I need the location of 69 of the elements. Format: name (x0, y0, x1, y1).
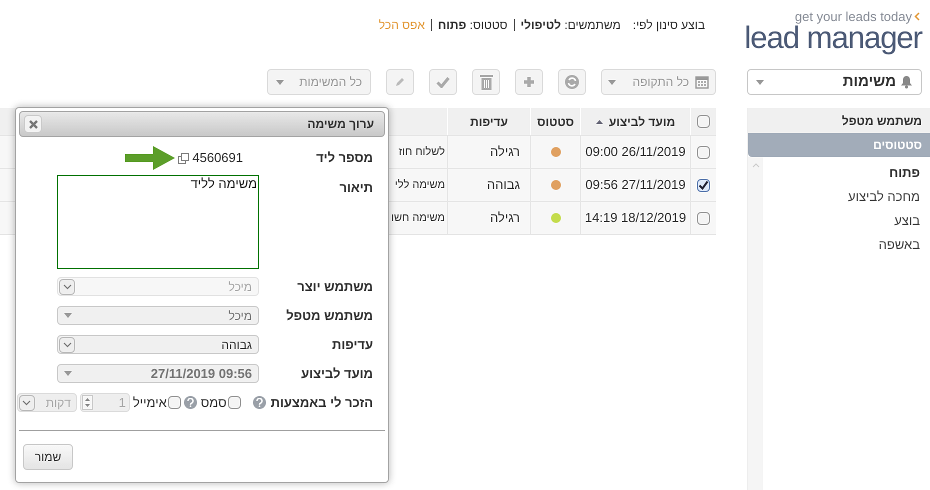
help-icon[interactable] (184, 396, 197, 409)
refresh-icon (564, 74, 580, 90)
close-button[interactable] (24, 115, 42, 133)
checkbox[interactable] (697, 212, 710, 224)
select-field[interactable]: 27/11/2019 09:56 (57, 364, 259, 383)
field-label: מועד לביצוע (300, 364, 373, 383)
scroll-up-icon[interactable] (752, 163, 760, 168)
table-cell: רגילה (447, 202, 530, 234)
help-icon[interactable] (252, 396, 266, 409)
sidebar-section: סטטוסים (748, 133, 930, 157)
table-cell: 14:19 18/12/2019 (580, 202, 690, 234)
select-field[interactable]: גבוהה (57, 335, 259, 354)
filter-label: בוצע סינון לפי: (632, 17, 705, 34)
checkbox-label: סמס (200, 394, 227, 412)
lead-number: 4560691 (192, 149, 243, 168)
caret-icon (64, 313, 72, 318)
sort-icon (596, 120, 603, 124)
checkbox[interactable] (697, 146, 710, 158)
table-cell-text: לשלוח חוז (398, 144, 445, 160)
plus-icon (523, 76, 535, 88)
sidebar-item[interactable]: פתוח (763, 161, 930, 185)
done-button[interactable] (429, 69, 457, 95)
checkbox-label: אימייל (132, 394, 167, 412)
edit-button[interactable] (386, 69, 414, 95)
caret-icon (64, 371, 72, 376)
field-label: עדיפות (331, 336, 373, 354)
dialog-title: ערוך משימה (307, 116, 374, 133)
sidebar-item[interactable]: באשפה (763, 233, 930, 257)
chevron-icon (914, 12, 920, 21)
check-icon (436, 76, 450, 88)
module-dropdown[interactable]: משימות (747, 69, 922, 95)
select-field[interactable]: מיכל (57, 306, 259, 325)
spinner-icon (82, 395, 93, 410)
table-cell-text: משימה ללי (394, 178, 445, 193)
delete-button[interactable] (472, 69, 500, 95)
caret-icon (276, 80, 284, 84)
checkbox[interactable] (697, 178, 710, 192)
caret-icon (608, 80, 616, 84)
logo-tagline: get your leads today (794, 10, 912, 23)
caret-icon (756, 80, 764, 84)
field-label: משתמש יוצר (296, 278, 373, 296)
sidebar-item[interactable]: מחכה לביצוע (763, 185, 930, 209)
field-label: הזכר לי באמצעות (270, 394, 373, 412)
checkbox[interactable] (168, 396, 181, 409)
chevron-icon (18, 394, 35, 410)
external-link-icon[interactable] (178, 152, 190, 164)
field-label: מספר ליד (315, 149, 373, 168)
checkbox[interactable] (228, 396, 241, 409)
calendar-icon (695, 75, 709, 89)
trash-icon (480, 74, 492, 90)
add-button[interactable] (515, 69, 543, 95)
arrow-icon (125, 146, 176, 170)
filter-status: סטטוס: פתוח (438, 17, 508, 34)
field-label: תיאור (338, 179, 373, 197)
sidebar-item[interactable]: בוצע (763, 209, 930, 233)
filter-users: משתמשים: לטיפולי (520, 17, 621, 34)
field-label: משתמש מטפל (285, 306, 373, 325)
close-icon (28, 120, 38, 128)
chevron-icon (59, 336, 75, 352)
pencil-icon (395, 77, 405, 87)
chevron-icon (59, 278, 75, 294)
description-field[interactable]: משימה לליד (57, 175, 259, 269)
refresh-button[interactable] (558, 69, 586, 95)
sidebar-header: משתמש מטפל (748, 108, 930, 133)
checkbox[interactable] (697, 115, 710, 128)
bell-icon (900, 75, 913, 89)
table-cell-text: משימה חשו (391, 210, 445, 226)
save-button[interactable]: שמור (23, 444, 73, 470)
logo-text: lead manager (744, 23, 922, 53)
